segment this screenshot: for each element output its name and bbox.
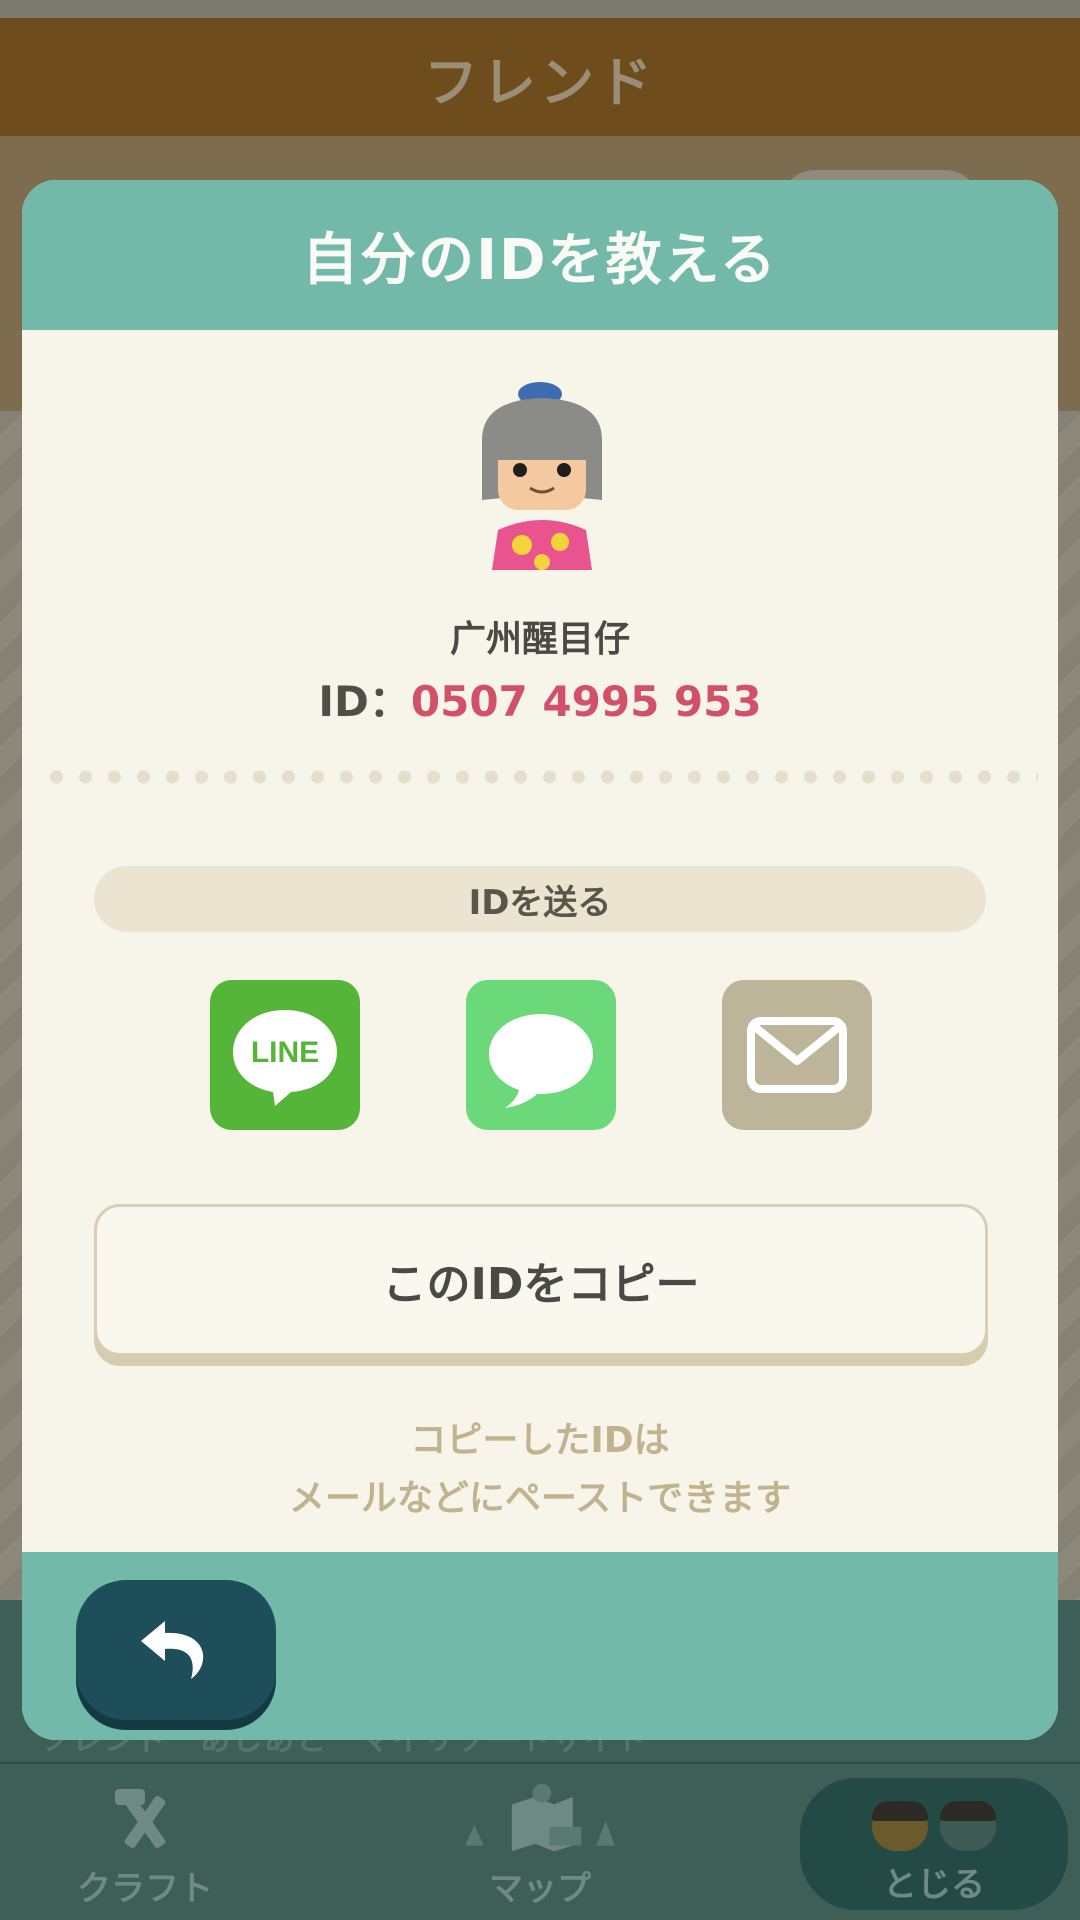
nav-craft-label: クラフト <box>77 1869 213 1909</box>
nav-map-label: マップ <box>489 1869 591 1909</box>
nav-map[interactable]: マップ <box>440 1780 640 1910</box>
player-id-value: 0507 4995 953 <box>410 677 762 726</box>
copy-id-button[interactable]: このIDをコピー <box>94 1204 988 1356</box>
share-mail-button[interactable] <box>722 980 872 1130</box>
map-icon <box>465 1783 615 1852</box>
share-id-modal: 自分のIDを教える 广州醒目仔 ID：0507 4995 953 IDを送る L… <box>22 180 1058 1740</box>
send-id-label: IDを送る <box>94 866 986 932</box>
status-bar <box>0 0 1080 18</box>
modal-header: 自分のIDを教える <box>22 180 1058 330</box>
friends-icon <box>866 1801 1002 1851</box>
back-arrow-icon <box>141 1621 204 1679</box>
copy-hint: コピーしたIDは メールなどにペーストできます <box>22 1412 1058 1528</box>
id-prefix: ID： <box>318 677 411 726</box>
nav-craft[interactable]: クラフト <box>60 1780 230 1910</box>
nav-divider <box>0 1762 1080 1764</box>
player-id-line: ID：0507 4995 953 <box>22 668 1058 729</box>
nav-close-label: とじる <box>883 1865 985 1905</box>
mail-icon <box>747 1017 847 1093</box>
copy-hint-line2: メールなどにペーストできます <box>288 1478 792 1519</box>
background-header: フレンド <box>0 18 1080 136</box>
player-avatar <box>482 382 602 570</box>
background-title: フレンド <box>424 50 656 114</box>
craft-icon <box>115 1789 166 1849</box>
back-button[interactable] <box>76 1580 276 1720</box>
player-name: 广州醒目仔 <box>449 619 630 660</box>
modal-title: 自分のIDを教える <box>302 227 778 293</box>
copy-hint-line1: コピーしたIDは <box>410 1420 670 1461</box>
dotted-divider <box>42 770 1038 784</box>
line-icon: LINE <box>233 1010 337 1106</box>
share-message-button[interactable] <box>466 980 616 1130</box>
nav-close-button[interactable]: とじる <box>800 1778 1068 1910</box>
message-icon <box>489 1014 593 1108</box>
line-icon-text: LINE <box>251 1036 319 1069</box>
share-line-button[interactable]: LINE <box>210 980 360 1130</box>
